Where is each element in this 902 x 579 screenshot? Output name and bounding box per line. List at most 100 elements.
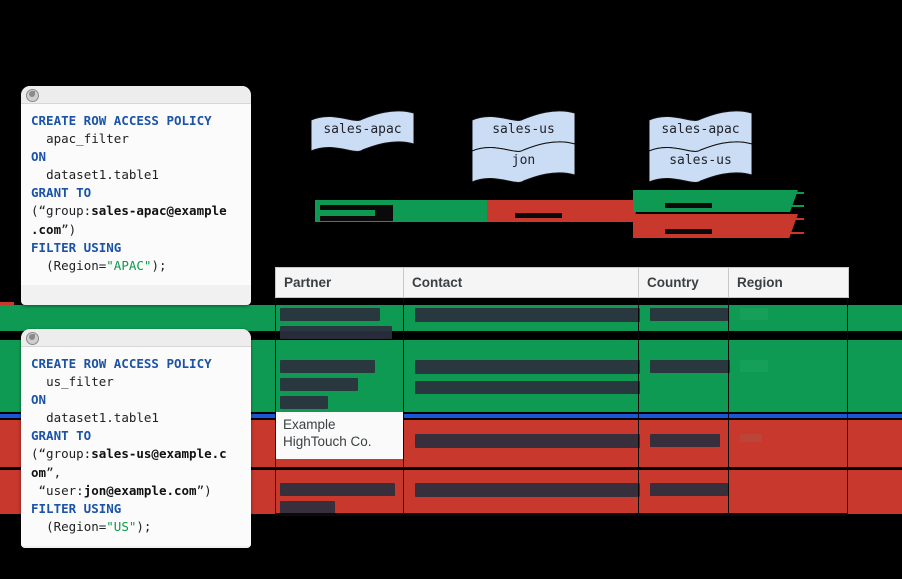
bar-label-redaction [320,205,375,210]
redacted-cell-text [280,378,358,391]
redacted-cell-text [650,308,728,321]
code-line: dataset1.table1 [31,409,241,427]
table-cell [403,340,638,412]
banner-shape [311,110,414,152]
code-token: (“group: [31,203,92,219]
code-line: “user:jon@example.com”) [31,482,241,500]
code-token: (Region= [31,518,107,534]
window-control-icon[interactable] [26,89,39,102]
group-banner-group-us[interactable]: sales-us jon [472,110,575,186]
redacted-cell-text [740,360,768,372]
redacted-cell-text [280,483,395,496]
table-header-row: Partner Contact Country Region [275,267,849,298]
table-row[interactable] [275,340,849,412]
redacted-cell-text [280,326,392,339]
code-token: us_filter [31,374,114,390]
code-token: ); [151,257,167,273]
code-token: dataset1.table1 [31,167,159,183]
redacted-cell-text [650,434,720,447]
code-line: om”, [31,464,241,482]
bar-rule-green [782,192,804,194]
code-token: "APAC" [106,257,152,273]
code-token: .com [31,221,62,237]
policy-code-panel-apac[interactable]: CREATE ROW ACCESS POLICY apac_filter ON d… [21,86,251,305]
code-line: ON [31,391,241,409]
code-line: .com”) [31,221,241,239]
code-line: GRANT TO [31,184,241,202]
bar-rule-red [782,232,804,234]
code-token: GRANT TO [31,185,92,201]
group-banner-group-apac[interactable]: sales-apac [311,110,414,155]
table-cell [638,340,728,412]
partner-data-table: Partner Contact Country Region Example High… [275,267,849,514]
code-token: GRANT TO [31,428,92,444]
sql-code-apac: CREATE ROW ACCESS POLICY apac_filter ON d… [21,104,251,285]
code-line: CREATE ROW ACCESS POLICY [31,355,241,373]
code-line: dataset1.table1 [31,166,241,184]
code-line: ON [31,148,241,166]
code-token: ”, [46,464,62,480]
code-line: CREATE ROW ACCESS POLICY [31,112,241,130]
banner-shape [649,110,752,183]
sql-code-us: CREATE ROW ACCESS POLICY us_filter ON dat… [21,347,251,546]
code-token: "US" [106,518,137,534]
code-token: apac_filter [31,131,129,147]
code-line: us_filter [31,373,241,391]
code-token: ON [31,392,47,408]
code-token: (“group: [31,446,92,462]
table-column-header[interactable]: Contact [404,268,639,297]
table-column-header[interactable]: Country [639,268,729,297]
bar-label-redaction [320,216,393,221]
table-column-header[interactable]: Partner [276,268,404,297]
code-token: ON [31,149,47,165]
panel-titlebar-us [21,329,251,347]
table-cell [728,340,847,412]
code-token: ”) [196,482,212,498]
redacted-cell-text [280,360,375,373]
table-cell: Example HighTouch Co. [275,412,403,459]
code-token: FILTER USING [31,500,122,516]
code-token: om [31,464,47,480]
redacted-cell-text [415,483,640,497]
code-token: (Region= [31,257,107,273]
code-token: CREATE ROW ACCESS POLICY [31,113,212,128]
code-line: (“group:sales-us@example.c [31,445,241,463]
bar-red-us [487,200,627,222]
code-token: sales-apac@example [91,203,227,219]
banner-shape [472,110,575,183]
bar-rule-green [782,205,804,207]
code-token: ); [136,518,152,534]
bar-green-combined [633,190,783,212]
redacted-cell-text [740,434,762,442]
code-token: FILTER USING [31,239,122,255]
code-token: “user: [31,482,84,498]
bar-label-redaction [515,213,562,218]
redacted-cell-text [415,308,640,322]
redacted-cell-text [415,434,640,448]
redacted-cell-text [415,360,640,374]
bar-red-combined [633,214,783,238]
redacted-cell-text [280,396,328,409]
redacted-cell-text [280,308,380,321]
group-banner-group-combined[interactable]: sales-apac sales-us [649,110,752,186]
code-line: GRANT TO [31,427,241,445]
table-cell [728,459,847,506]
code-token: ”) [61,221,77,237]
code-line: apac_filter [31,130,241,148]
table-column-header[interactable]: Region [729,268,848,297]
code-token: dataset1.table1 [31,410,159,426]
redacted-cell-text [415,381,640,394]
code-line: (“group:sales-apac@example [31,202,241,220]
diagram-canvas: CREATE ROW ACCESS POLICY apac_filter ON d… [0,0,902,579]
code-token: jon@example.com [83,482,197,498]
code-line: FILTER USING [31,239,241,257]
panel-titlebar-apac [21,86,251,104]
window-control-icon[interactable] [26,332,39,345]
bar-label-redaction [665,203,712,208]
bar-label-redaction [375,205,393,216]
code-line: (Region="APAC"); [31,257,241,275]
redacted-cell-text [740,308,768,320]
code-line: (Region="US"); [31,518,241,536]
code-token: sales-us@example.c [91,446,227,462]
policy-code-panel-us[interactable]: CREATE ROW ACCESS POLICY us_filter ON dat… [21,329,251,548]
